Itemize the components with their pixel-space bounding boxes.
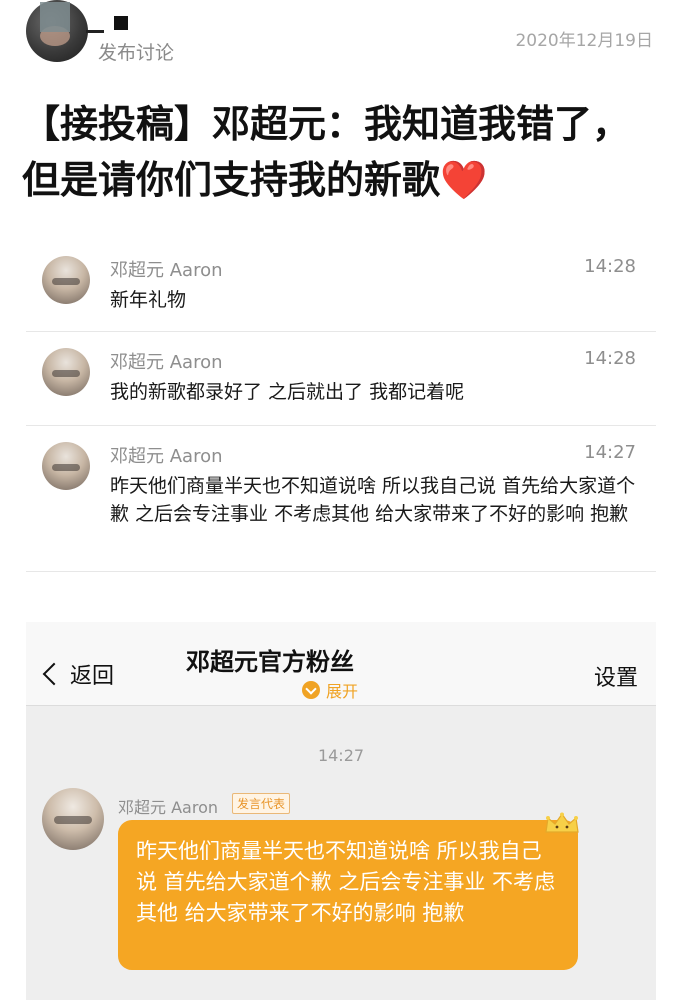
back-button[interactable]: 返回 bbox=[40, 658, 114, 690]
title-fade bbox=[366, 636, 486, 678]
chat-time: 14:28 bbox=[584, 256, 636, 277]
chat-item[interactable]: 邓超元 Aaron 14:28 新年礼物 bbox=[26, 240, 656, 332]
post-date: 2020年12月19日 bbox=[515, 31, 653, 51]
censor-block bbox=[40, 2, 70, 32]
message-sender-name: 邓超元 Aaron bbox=[118, 798, 218, 817]
chat-message: 昨天他们商量半天也不知道说啥 所以我自己说 首先给大家道个歉 之后会专注事业 不… bbox=[110, 475, 636, 525]
heart-icon: ❤️ bbox=[440, 158, 488, 202]
role-badge: 发言代表 bbox=[232, 793, 291, 814]
post-header: 发布讨论 2020年12月19日 bbox=[0, 0, 679, 80]
message-timestamp: 14:27 bbox=[317, 746, 365, 765]
censor-block bbox=[114, 16, 128, 30]
chevron-down-icon bbox=[302, 681, 320, 699]
chat-list: 邓超元 Aaron 14:28 新年礼物 邓超元 Aaron 14:28 我的新… bbox=[26, 240, 656, 572]
chevron-left-icon bbox=[42, 662, 66, 686]
chat-sender-name: 邓超元 Aaron bbox=[110, 446, 223, 467]
crown-icon bbox=[545, 812, 579, 833]
group-chat-header: 返回 邓超元官方粉丝 展开 设置 bbox=[26, 622, 656, 706]
post-action-label: 发布讨论 bbox=[98, 42, 175, 64]
chat-time: 14:27 bbox=[584, 442, 636, 463]
avatar[interactable] bbox=[42, 348, 90, 396]
avatar[interactable] bbox=[42, 442, 90, 490]
chat-message: 我的新歌都录好了 之后就出了 我都记着呢 bbox=[110, 381, 465, 403]
chat-item[interactable]: 邓超元 Aaron 14:28 我的新歌都录好了 之后就出了 我都记着呢 bbox=[26, 332, 656, 426]
chat-sender-name: 邓超元 Aaron bbox=[110, 260, 223, 281]
avatar[interactable] bbox=[42, 256, 90, 304]
settings-button[interactable]: 设置 bbox=[594, 660, 638, 692]
chat-message: 新年礼物 bbox=[110, 289, 187, 311]
chat-sender-name: 邓超元 Aaron bbox=[110, 352, 223, 373]
post-title: 【接投稿】邓超元：我知道我错了，但是请你们支持我的新歌❤️ bbox=[22, 96, 662, 208]
back-label: 返回 bbox=[70, 664, 115, 689]
expand-button[interactable]: 展开 bbox=[302, 678, 358, 702]
message-bubble[interactable]: 昨天他们商量半天也不知道说啥 所以我自己说 首先给大家道个歉 之后会专注事业 不… bbox=[118, 820, 578, 970]
group-chat-screen: 返回 邓超元官方粉丝 展开 设置 14:27 邓超元 Aaron 发言代表 昨天… bbox=[26, 622, 656, 1000]
chat-item[interactable]: 邓超元 Aaron 14:27 昨天他们商量半天也不知道说啥 所以我自己说 首先… bbox=[26, 426, 656, 572]
censor-block bbox=[86, 30, 104, 33]
expand-label: 展开 bbox=[326, 682, 359, 701]
avatar[interactable] bbox=[42, 788, 104, 850]
post-title-text: 【接投稿】邓超元：我知道我错了，但是请你们支持我的新歌 bbox=[22, 102, 631, 202]
chat-time: 14:28 bbox=[584, 348, 636, 369]
group-title: 邓超元官方粉丝 bbox=[186, 648, 354, 676]
